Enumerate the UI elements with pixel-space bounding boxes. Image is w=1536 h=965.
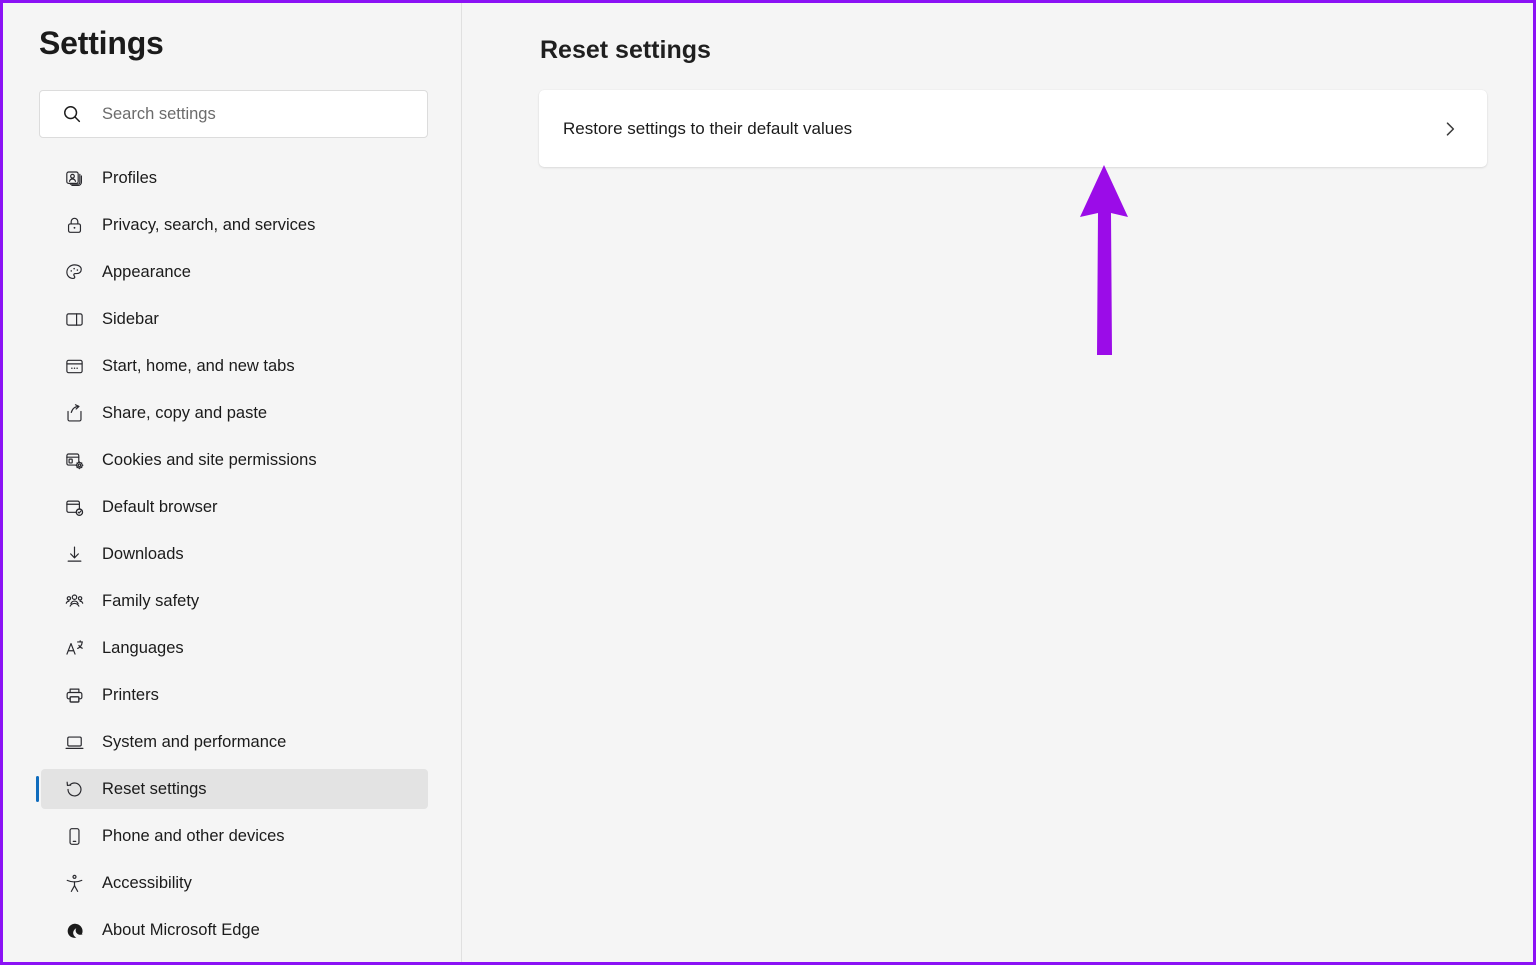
settings-sidebar: Settings Profiles Privacy, search, and se… (3, 3, 462, 962)
download-arrow-icon (63, 543, 85, 565)
sidebar-item-reset-settings[interactable]: Reset settings (36, 769, 428, 809)
sidebar-item-label: Profiles (102, 168, 158, 187)
page-title: Settings (39, 25, 164, 61)
sidebar-item-label: Downloads (102, 544, 184, 563)
sidebar-item-label: Start, home, and new tabs (102, 356, 295, 375)
sidebar-item-start-home-and-new-tabs[interactable]: Start, home, and new tabs (41, 346, 428, 386)
default-browser-icon (63, 496, 85, 518)
sidebar-item-label: Cookies and site permissions (102, 450, 317, 469)
sidebar-item-label: Default browser (102, 497, 218, 516)
sidebar-item-default-browser[interactable]: Default browser (41, 487, 428, 527)
search-settings-box[interactable] (39, 90, 428, 138)
main-content: Reset settings Restore settings to their… (463, 3, 1533, 962)
sidebar-item-label: About Microsoft Edge (102, 920, 260, 939)
sidebar-item-appearance[interactable]: Appearance (41, 252, 428, 292)
search-icon (61, 103, 83, 125)
printer-icon (63, 684, 85, 706)
sidebar-item-languages[interactable]: Languages (41, 628, 428, 668)
sidebar-item-label: Accessibility (102, 873, 192, 892)
sidebar-item-system-and-performance[interactable]: System and performance (41, 722, 428, 762)
sidebar-item-label: Family safety (102, 591, 200, 610)
chevron-right-icon (1440, 119, 1460, 139)
profiles-icon (63, 167, 85, 189)
laptop-icon (63, 731, 85, 753)
accessibility-icon (63, 872, 85, 894)
sidebar-item-cookies-and-site-permissions[interactable]: Cookies and site permissions (41, 440, 428, 480)
sidebar-item-label: Sidebar (102, 309, 159, 328)
sidebar-item-accessibility[interactable]: Accessibility (41, 863, 428, 903)
main-heading: Reset settings (540, 36, 711, 64)
palette-icon (63, 261, 85, 283)
sidebar-item-printers[interactable]: Printers (41, 675, 428, 715)
sidebar-item-sidebar[interactable]: Sidebar (41, 299, 428, 339)
sidebar-item-label: Reset settings (102, 779, 207, 798)
search-input[interactable] (102, 104, 427, 124)
selection-accent-bar (36, 776, 39, 802)
phone-icon (63, 825, 85, 847)
sidebar-item-label: Share, copy and paste (102, 403, 268, 422)
cookies-gear-icon (63, 449, 85, 471)
sidebar-item-label: Appearance (102, 262, 191, 281)
sidebar-item-label: System and performance (102, 732, 287, 751)
sidebar-item-profiles[interactable]: Profiles (41, 158, 428, 198)
sidebar-item-downloads[interactable]: Downloads (41, 534, 428, 574)
edge-logo-icon (63, 919, 85, 941)
reset-arrow-icon (63, 778, 85, 800)
sidebar-item-privacy-search-and-services[interactable]: Privacy, search, and services (41, 205, 428, 245)
browser-window-icon (63, 355, 85, 377)
restore-settings-card[interactable]: Restore settings to their default values (539, 90, 1487, 167)
sidebar-item-label: Privacy, search, and services (102, 215, 316, 234)
sidebar-item-phone-and-other-devices[interactable]: Phone and other devices (41, 816, 428, 856)
sidebar-item-share-copy-and-paste[interactable]: Share, copy and paste (41, 393, 428, 433)
sidebar-item-label: Languages (102, 638, 184, 657)
lock-icon (63, 214, 85, 236)
annotation-arrow-up (1080, 165, 1128, 355)
share-icon (63, 402, 85, 424)
sidebar-item-label: Phone and other devices (102, 826, 285, 845)
people-group-icon (63, 590, 85, 612)
sidebar-item-family-safety[interactable]: Family safety (41, 581, 428, 621)
sidebar-item-about-microsoft-edge[interactable]: About Microsoft Edge (41, 910, 428, 950)
settings-window: Settings Profiles Privacy, search, and se… (0, 0, 1536, 965)
settings-nav-list: Profiles Privacy, search, and services App… (3, 158, 462, 950)
sidebar-panel-icon (63, 308, 85, 330)
sidebar-item-label: Printers (102, 685, 159, 704)
languages-icon (63, 637, 85, 659)
restore-settings-label: Restore settings to their default values (563, 118, 853, 138)
